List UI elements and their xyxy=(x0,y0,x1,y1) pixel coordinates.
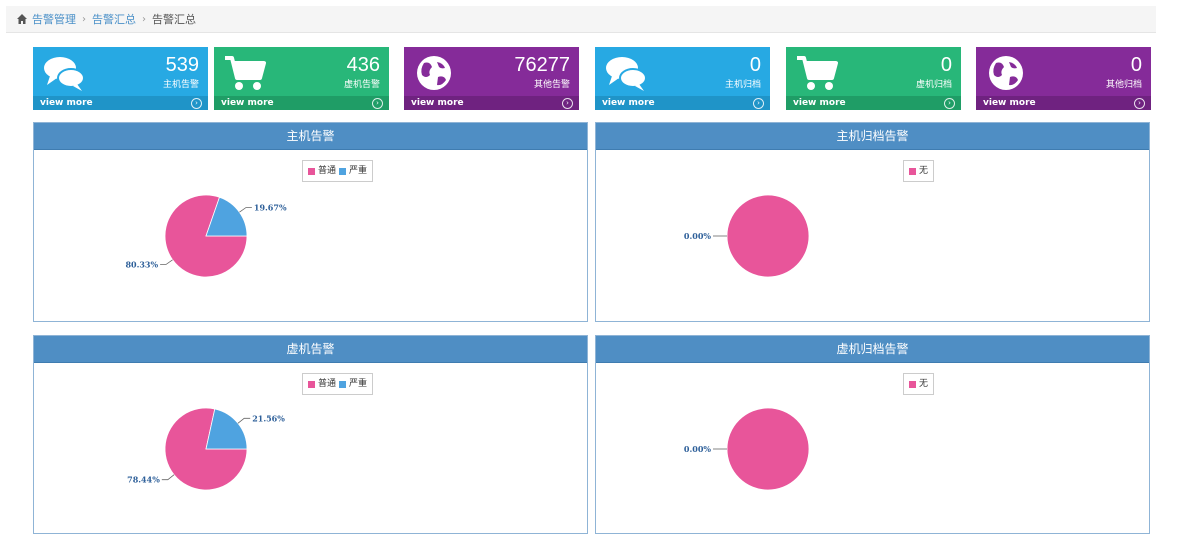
panel-title: 虚机归档告警 xyxy=(596,336,1149,363)
arrow-circle-right-icon: › xyxy=(1134,98,1145,109)
tile-value: 539 xyxy=(165,54,199,76)
arrow-circle-right-icon: › xyxy=(372,98,383,109)
tile-label: 虚机归档 xyxy=(915,80,952,90)
pie-chart: 80.33% 19.67% xyxy=(125,194,287,278)
breadcrumb-current: 告警汇总 xyxy=(152,13,196,26)
panel-vm-alarm: 虚机告警 普通 严重 78.44% 21.56% xyxy=(33,335,588,534)
view-more-link[interactable]: view more › xyxy=(33,96,208,110)
panel-title: 主机告警 xyxy=(34,123,587,150)
tile-value: 436 xyxy=(346,54,380,76)
breadcrumb-separator: › xyxy=(142,13,146,25)
breadcrumb-link-alarm-management[interactable]: 告警管理 xyxy=(32,11,76,27)
globe-icon xyxy=(417,56,451,90)
pie-slice-label: 80.33% xyxy=(125,259,158,269)
panel-title: 主机归档告警 xyxy=(596,123,1149,150)
home-icon[interactable] xyxy=(16,13,28,25)
tile-other-archive[interactable]: 0 其他归档 view more › xyxy=(976,47,1151,110)
tile-other-alarm[interactable]: 76277 其他告警 view more › xyxy=(404,47,579,110)
view-more-link[interactable]: view more › xyxy=(786,96,961,110)
comments-icon xyxy=(44,57,85,91)
tile-label: 其他归档 xyxy=(1105,80,1142,90)
view-more-label: view more xyxy=(221,98,274,108)
pie-slice-0[interactable] xyxy=(726,194,810,278)
arrow-circle-right-icon: › xyxy=(191,98,202,109)
pie-chart: 0.00% xyxy=(684,407,810,491)
arrow-circle-right-icon: › xyxy=(753,98,764,109)
view-more-label: view more xyxy=(983,98,1036,108)
view-more-label: view more xyxy=(602,98,655,108)
pie-slice-0[interactable] xyxy=(726,407,810,491)
tile-label: 主机告警 xyxy=(162,80,199,90)
arrow-circle-right-icon: › xyxy=(562,98,573,109)
tile-vm-alarm[interactable]: 436 虚机告警 view more › xyxy=(214,47,389,110)
tile-label: 虚机告警 xyxy=(343,80,380,90)
shopping-cart-icon xyxy=(225,56,266,90)
panel-host-alarm: 主机告警 普通 严重 80.33% 19.67% xyxy=(33,122,588,322)
globe-icon xyxy=(989,56,1023,90)
view-more-label: view more xyxy=(411,98,464,108)
panel-vm-archive-alarm: 虚机归档告警 无 0.00% xyxy=(595,335,1150,534)
comments-icon xyxy=(606,57,647,91)
pie-slice-label: 78.44% xyxy=(127,475,160,485)
arrow-circle-right-icon: › xyxy=(944,98,955,109)
view-more-link[interactable]: view more › xyxy=(404,96,579,110)
pie-slice-label: 0.00% xyxy=(684,444,711,454)
pie-slice-label: 21.56% xyxy=(252,413,285,423)
view-more-label: view more xyxy=(40,98,93,108)
pie-slice-label: 19.67% xyxy=(254,203,287,213)
view-more-link[interactable]: view more › xyxy=(214,96,389,110)
pie-chart: 0.00% xyxy=(684,194,810,278)
breadcrumb: 告警管理 › 告警汇总 › 告警汇总 xyxy=(6,6,1156,33)
tile-value: 0 xyxy=(940,54,952,76)
pie-label-leader xyxy=(160,259,173,265)
shopping-cart-icon xyxy=(797,56,838,90)
tile-host-alarm[interactable]: 539 主机告警 view more › xyxy=(33,47,208,110)
view-more-link[interactable]: view more › xyxy=(976,96,1151,110)
tile-value: 0 xyxy=(1130,54,1142,76)
tile-vm-archive[interactable]: 0 虚机归档 view more › xyxy=(786,47,961,110)
breadcrumb-link-alarm-summary[interactable]: 告警汇总 xyxy=(92,11,136,27)
tile-label: 其他告警 xyxy=(533,80,570,90)
tile-label: 主机归档 xyxy=(724,80,761,90)
pie-chart: 78.44% 21.56% xyxy=(127,407,285,491)
view-more-link[interactable]: view more › xyxy=(595,96,770,110)
tile-host-archive[interactable]: 0 主机归档 view more › xyxy=(595,47,770,110)
panel-host-archive-alarm: 主机归档告警 无 0.00% xyxy=(595,122,1150,322)
pie-label-leader xyxy=(161,474,175,481)
pie-label-leader xyxy=(237,417,251,424)
pie-label-leader xyxy=(239,207,252,213)
view-more-label: view more xyxy=(793,98,846,108)
panel-title: 虚机告警 xyxy=(34,336,587,363)
tile-value: 76277 xyxy=(514,54,570,76)
breadcrumb-separator: › xyxy=(82,13,86,25)
pie-slice-label: 0.00% xyxy=(684,231,711,241)
tile-value: 0 xyxy=(749,54,761,76)
